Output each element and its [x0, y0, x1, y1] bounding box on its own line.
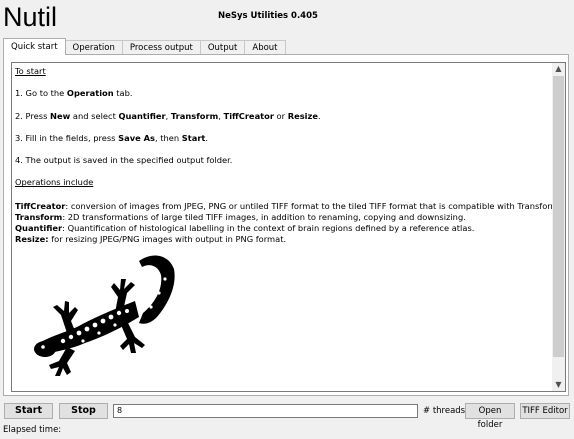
elapsed-time-label: Elapsed time: — [3, 425, 62, 435]
start-button[interactable]: Start — [4, 403, 53, 419]
scrollbar-thumb[interactable] — [553, 76, 564, 357]
threads-input[interactable]: 8 — [113, 404, 418, 418]
open-folder-button[interactable]: Open folder — [465, 403, 515, 430]
step-1: 1. Go to the Operation tab. — [15, 88, 133, 99]
quick-start-panel: To start 1. Go to the Operation tab. 2. … — [3, 54, 569, 396]
step-4: 4. The output is saved in the specified … — [15, 155, 233, 166]
gecko-logo — [34, 255, 175, 376]
op-tiffcreator: TiffCreator: conversion of images from J… — [15, 201, 562, 212]
version-label: NeSys Utilities 0.405 — [218, 11, 318, 21]
tiff-editor-button[interactable]: TIFF Editor — [520, 403, 570, 419]
tab-quick-start[interactable]: Quick start — [3, 38, 66, 55]
tab-operation[interactable]: Operation — [64, 40, 123, 55]
tab-about[interactable]: About — [244, 40, 286, 55]
step-3: 3. Fill in the fields, press Save As, th… — [15, 132, 209, 143]
op-quantifier: Quantifier: Quantification of histologic… — [15, 223, 475, 234]
op-transform: Transform: 2D transformations of large t… — [15, 212, 466, 223]
operations-heading: Operations include — [15, 177, 94, 188]
step-2: 2. Press New and select Quantifier, Tran… — [15, 110, 321, 121]
chevron-up-icon[interactable]: ▲ — [552, 63, 565, 75]
tab-bar: Quick start Operation Process output Out… — [3, 38, 286, 55]
document-text: To start 1. Go to the Operation tab. 2. … — [15, 66, 562, 245]
tab-output[interactable]: Output — [199, 40, 246, 55]
chevron-down-icon[interactable]: ▼ — [552, 379, 565, 391]
op-resize: Resize: for resizing JPEG/PNG images wit… — [15, 234, 287, 245]
to-start-heading: To start — [15, 66, 46, 76]
vertical-scrollbar[interactable]: ▲ ▼ — [552, 63, 565, 391]
threads-label: # threads — [423, 406, 466, 416]
app-title: Nutil — [3, 2, 58, 32]
tab-process-output[interactable]: Process output — [121, 40, 201, 55]
stop-button[interactable]: Stop — [59, 403, 108, 419]
quick-start-document[interactable]: To start 1. Go to the Operation tab. 2. … — [11, 62, 566, 392]
